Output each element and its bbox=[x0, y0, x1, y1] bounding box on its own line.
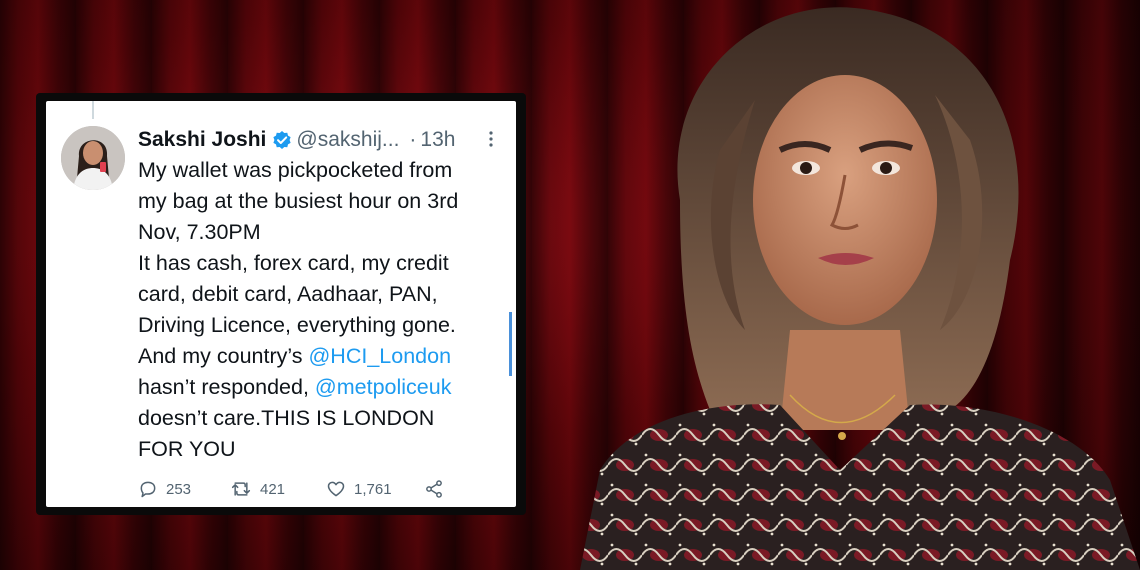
tweet-line: Nov, 7.30PM bbox=[138, 220, 261, 244]
avatar-photo bbox=[61, 126, 125, 190]
reply-icon bbox=[140, 481, 156, 498]
avatar[interactable] bbox=[61, 126, 125, 190]
reply-count: 253 bbox=[166, 480, 192, 498]
like-button[interactable]: 1,761 bbox=[326, 479, 424, 499]
tweet-line: card, debit card, Aadhaar, PAN, bbox=[138, 282, 438, 306]
thread-line bbox=[92, 101, 94, 119]
verified-badge-icon bbox=[272, 130, 292, 150]
tweet-header: Sakshi Joshi @sakshij... · 13h bbox=[138, 126, 508, 154]
tweet-line: It has cash, forex card, my credit bbox=[138, 251, 449, 275]
mention-metpoliceuk-link[interactable]: @metpoliceuk bbox=[315, 375, 452, 399]
like-icon bbox=[327, 481, 345, 497]
reply-button[interactable]: 253 bbox=[138, 479, 230, 499]
tweet-line: Driving Licence, everything gone. bbox=[138, 313, 456, 337]
tweet-line: FOR YOU bbox=[138, 437, 236, 461]
tweet-line: My wallet was pickpocketed from bbox=[138, 158, 453, 182]
tweet-text-segment: hasn’t responded, bbox=[138, 375, 315, 399]
tweet-actions: 253 421 1,761 bbox=[138, 476, 508, 502]
share-icon bbox=[426, 480, 442, 498]
mention-hci-london-link[interactable]: @HCI_London bbox=[308, 344, 451, 368]
retweet-button[interactable]: 421 bbox=[230, 479, 326, 499]
retweet-count: 421 bbox=[260, 480, 286, 498]
tweet-line: my bag at the busiest hour on 3rd bbox=[138, 189, 459, 213]
more-icon[interactable] bbox=[485, 128, 497, 150]
retweet-icon bbox=[231, 482, 251, 496]
tweet-line: hasn’t responded, @metpoliceuk bbox=[138, 372, 508, 403]
separator-dot: · bbox=[409, 128, 417, 151]
share-button[interactable] bbox=[424, 479, 452, 499]
scrollbar[interactable] bbox=[509, 312, 512, 376]
tweet-timestamp[interactable]: 13h bbox=[420, 128, 455, 152]
display-name[interactable]: Sakshi Joshi bbox=[138, 128, 266, 152]
tweet-text-segment: And my country’s bbox=[138, 344, 309, 368]
like-count: 1,761 bbox=[354, 480, 392, 498]
tweet-line: doesn’t care.THIS IS LONDON bbox=[138, 406, 435, 430]
tweet-text: My wallet was pickpocketed from my bag a… bbox=[138, 155, 508, 465]
woman-photo bbox=[580, 7, 1140, 570]
tweet-line: And my country’s @HCI_London bbox=[138, 341, 508, 372]
user-handle[interactable]: @sakshij... bbox=[296, 128, 399, 152]
